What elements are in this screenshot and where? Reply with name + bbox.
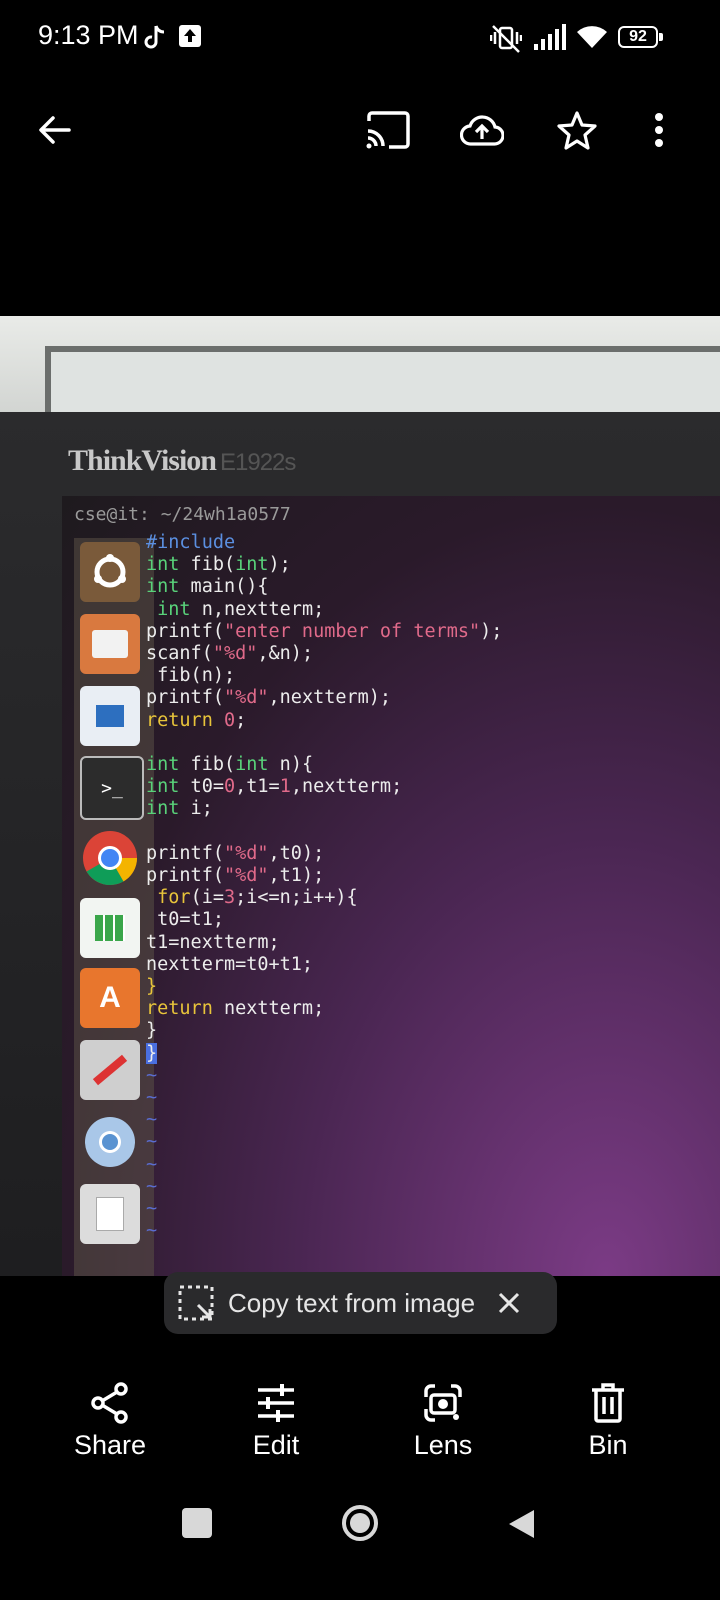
battery-indicator: 92 <box>618 26 658 48</box>
tune-icon <box>258 1384 294 1422</box>
monitor-model-text: E1922s <box>219 449 296 476</box>
back-nav-button[interactable] <box>506 1508 536 1540</box>
more-options-button[interactable] <box>635 106 683 154</box>
chrome-icon <box>80 828 140 888</box>
tiktok-icon <box>144 25 165 49</box>
ubuntu-logo-icon <box>80 542 140 602</box>
wifi-icon <box>577 26 607 48</box>
recents-button[interactable] <box>182 1508 212 1538</box>
monitor-brand-text: ThinkVision <box>68 444 217 477</box>
star-icon <box>557 111 597 150</box>
text-select-icon <box>178 1285 214 1321</box>
share-button[interactable]: Share <box>50 1380 170 1461</box>
bin-label: Bin <box>588 1430 628 1460</box>
chromium-icon <box>80 1112 140 1172</box>
lens-button[interactable]: Lens <box>383 1380 503 1461</box>
text-editor-icon <box>80 1184 140 1244</box>
files-icon <box>80 614 140 674</box>
battery-level: 92 <box>629 28 647 45</box>
more-vert-icon <box>655 113 663 147</box>
share-icon <box>91 1382 128 1424</box>
lens-icon <box>424 1384 462 1422</box>
cast-icon <box>366 111 410 149</box>
vibrate-off-icon <box>490 25 522 53</box>
share-label: Share <box>73 1430 147 1460</box>
code-text: #include int fib(int); int main(){ int n… <box>146 532 503 1242</box>
backup-button[interactable] <box>458 106 506 154</box>
settings-icon <box>80 1040 140 1100</box>
trash-icon <box>592 1383 624 1423</box>
copy-text-label: Copy text from image <box>228 1287 476 1318</box>
bin-button[interactable]: Bin <box>548 1380 668 1461</box>
close-icon[interactable] <box>497 1291 521 1315</box>
copy-text-chip[interactable]: Copy text from image <box>164 1272 557 1334</box>
back-button[interactable] <box>31 106 79 154</box>
favorite-button[interactable] <box>553 106 601 154</box>
lens-label: Lens <box>413 1430 473 1460</box>
impress-icon <box>80 686 140 746</box>
cast-button[interactable] <box>364 106 412 154</box>
arrow-left-icon <box>39 116 71 144</box>
signal-icon <box>534 24 566 50</box>
terminal-icon: >_ <box>80 756 144 820</box>
ubuntu-launcher: >_ A <box>74 538 154 1276</box>
software-center-icon: A <box>80 968 140 1028</box>
terminal-title: cse@it: ~/24wh1a0577 <box>74 504 291 525</box>
upload-notification-icon <box>179 25 201 47</box>
status-time: 9:13 PM <box>38 20 139 50</box>
monitor-brand: ThinkVision E1922s <box>68 444 296 478</box>
home-circle-icon <box>342 1505 378 1541</box>
edit-label: Edit <box>252 1430 300 1460</box>
photo-view[interactable]: ThinkVision E1922s cse@it: ~/24wh1a0577 >… <box>0 316 720 1276</box>
cloud-upload-icon <box>460 115 504 146</box>
triangle-back-icon <box>509 1510 534 1538</box>
battery-tip <box>659 33 663 41</box>
home-button[interactable] <box>341 1504 379 1542</box>
edit-button[interactable]: Edit <box>216 1380 336 1461</box>
calc-icon <box>80 898 140 958</box>
